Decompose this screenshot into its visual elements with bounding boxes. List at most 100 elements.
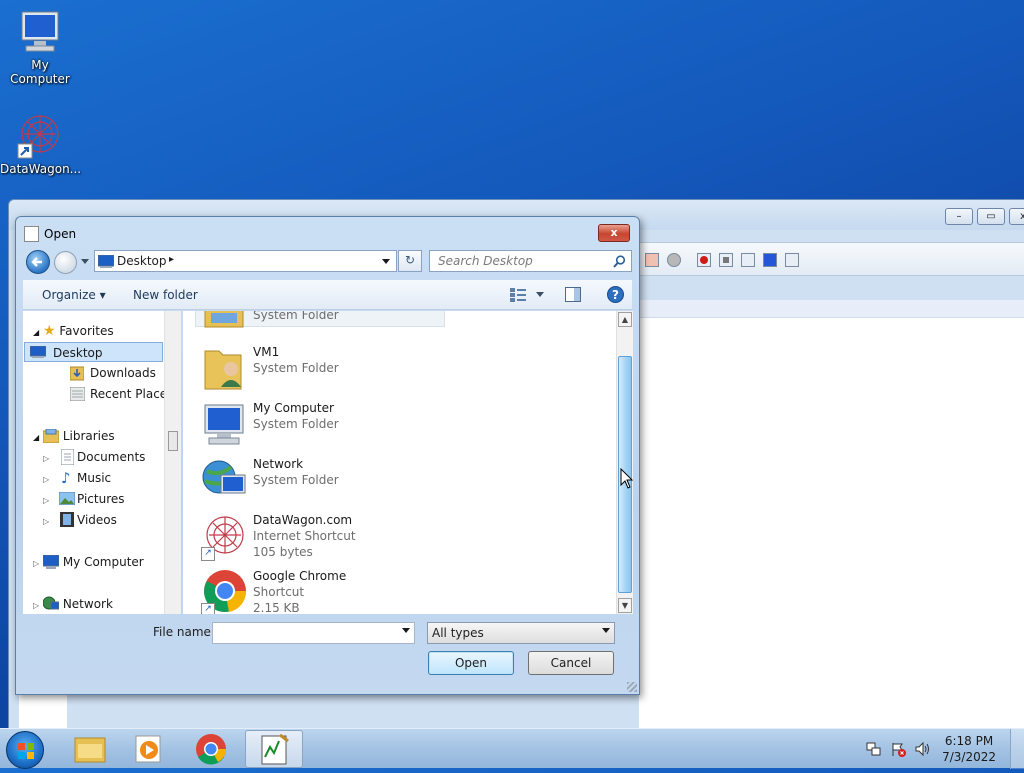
navigation-pane[interactable]: ◢ ★ Favorites Desktop Downloads Recent P…	[23, 311, 181, 614]
file-item-google-chrome[interactable]: ↗ Google Chrome Shortcut 2.15 KB	[183, 569, 483, 614]
file-name-combobox[interactable]	[212, 622, 415, 644]
nav-documents[interactable]: ▷ Documents	[43, 447, 173, 467]
folder-icon	[204, 311, 244, 328]
breadcrumb-desktop[interactable]: Desktop	[117, 254, 167, 268]
fast-forward-icon[interactable]	[763, 253, 777, 267]
taskbar-chrome[interactable]	[182, 730, 240, 768]
file-type-dropdown-arrow[interactable]	[602, 628, 610, 633]
file-item-vm1[interactable]: VM1 System Folder	[183, 345, 483, 399]
documents-icon	[61, 449, 74, 465]
file-item-my-computer[interactable]: My Computer System Folder	[183, 401, 483, 455]
file-name-dropdown-arrow[interactable]	[402, 628, 410, 633]
clock[interactable]: 6:18 PM 7/3/2022	[942, 733, 996, 765]
file-list[interactable]: System Folder VM1 System Folder My Compu…	[183, 311, 632, 614]
desktop-icon-my-computer[interactable]: My Computer	[0, 8, 80, 86]
folder-icon	[74, 737, 106, 763]
recent-pages-dropdown[interactable]	[81, 259, 89, 264]
search-icon[interactable]	[613, 255, 626, 268]
nav-favorites[interactable]: ◢ ★ Favorites	[33, 321, 163, 341]
search-box[interactable]	[429, 250, 632, 272]
open-dialog[interactable]: Open x Desktop ▸ ↻ Organize ▾ New folder	[15, 216, 640, 695]
refresh-button[interactable]: ↻	[398, 250, 422, 272]
address-bar[interactable]: Desktop ▸	[94, 250, 397, 272]
network-tray-icon[interactable]	[866, 741, 882, 757]
recent-places-icon	[70, 387, 85, 401]
file-item-datawagon[interactable]: ↗ DataWagon.com Internet Shortcut 105 by…	[183, 513, 483, 567]
back-button[interactable]	[26, 250, 50, 274]
help-icon[interactable]: ?	[607, 286, 624, 303]
expand-arrow-icon[interactable]: ▷	[33, 559, 39, 568]
mouse-cursor-icon	[620, 468, 634, 489]
navigation-pane-scrollbar[interactable]	[164, 311, 181, 614]
preview-pane-icon[interactable]	[565, 287, 581, 302]
start-button[interactable]	[6, 731, 44, 769]
dialog-close-button[interactable]: x	[598, 224, 630, 242]
music-icon: ♪	[61, 469, 71, 487]
nav-pictures[interactable]: ▷ Pictures	[43, 489, 173, 509]
nav-downloads[interactable]: Downloads	[52, 363, 172, 383]
pictures-icon	[59, 492, 75, 505]
forward-button[interactable]	[54, 251, 77, 274]
desktop-icon	[30, 346, 46, 358]
background-content	[639, 300, 1024, 728]
nav-my-computer[interactable]: ▷ My Computer	[33, 552, 168, 572]
play-step-icon[interactable]	[741, 253, 755, 267]
address-dropdown-arrow[interactable]	[382, 259, 390, 264]
expand-arrow-icon[interactable]: ▷	[43, 454, 49, 463]
stop-circle-icon[interactable]	[667, 253, 681, 267]
collapse-arrow-icon[interactable]: ◢	[33, 328, 39, 337]
nav-libraries[interactable]: ◢ Libraries	[33, 426, 163, 446]
nav-desktop[interactable]: Desktop	[24, 342, 163, 362]
navigation-scroll-thumb[interactable]	[168, 431, 178, 451]
background-toolbar	[639, 242, 1024, 276]
file-list-scrollbar[interactable]: ▲ ▼	[616, 311, 633, 614]
nav-network[interactable]: ▷ Network	[33, 594, 168, 614]
file-name-input[interactable]	[215, 624, 395, 642]
stop-icon[interactable]	[719, 253, 733, 267]
expand-arrow-icon[interactable]: ▷	[43, 517, 49, 526]
collapse-arrow-icon[interactable]: ◢	[33, 433, 39, 442]
computer-icon	[204, 404, 244, 445]
nav-music[interactable]: ▷ ♪ Music	[43, 468, 173, 488]
view-dropdown-arrow[interactable]	[536, 292, 544, 297]
file-item[interactable]: System Folder	[183, 311, 483, 329]
show-desktop-button[interactable]	[1010, 729, 1024, 769]
computer-icon	[42, 554, 60, 569]
view-options-icon[interactable]	[510, 288, 526, 302]
refresh-icon: ↻	[404, 253, 416, 267]
nav-videos[interactable]: ▷ Videos	[43, 510, 173, 530]
breadcrumb-separator[interactable]: ▸	[169, 254, 174, 265]
record-icon[interactable]	[697, 253, 711, 267]
organize-menu[interactable]: Organize ▾	[42, 288, 106, 302]
expand-arrow-icon[interactable]: ▷	[33, 601, 39, 610]
shortcut-arrow-icon: ↗	[201, 547, 215, 561]
notepad-chart-icon	[261, 733, 289, 765]
maximize-button[interactable]: ▭	[977, 208, 1005, 225]
desktop-icon	[98, 255, 114, 268]
action-center-flag-icon[interactable]	[890, 741, 906, 757]
minimize-button[interactable]: –	[945, 208, 973, 225]
resize-grip[interactable]	[627, 682, 637, 692]
file-item-network[interactable]: Network System Folder	[183, 457, 483, 511]
taskbar-explorer[interactable]	[60, 730, 118, 768]
open-button[interactable]: Open	[428, 651, 514, 675]
search-input[interactable]	[436, 252, 606, 270]
file-type-select[interactable]: All types	[427, 622, 615, 644]
desktop-icon-datawagon[interactable]: DataWagon...	[0, 112, 81, 176]
nav-recent-places[interactable]: Recent Places	[52, 384, 177, 404]
taskbar-active-app[interactable]	[245, 730, 303, 768]
window-icon[interactable]	[785, 253, 799, 267]
cancel-button[interactable]: Cancel	[528, 651, 614, 675]
videos-icon	[60, 512, 74, 527]
scroll-down-button[interactable]: ▼	[618, 598, 632, 613]
volume-icon[interactable]	[914, 741, 932, 757]
scroll-up-button[interactable]: ▲	[618, 312, 632, 327]
expand-arrow-icon[interactable]: ▷	[43, 475, 49, 484]
new-folder-button[interactable]: New folder	[133, 288, 198, 302]
desktop-icon-label: My Computer	[10, 58, 70, 86]
datawagon-shortcut-icon: ↗	[201, 513, 247, 561]
expand-arrow-icon[interactable]: ▷	[43, 496, 49, 505]
close-button[interactable]: x	[1009, 208, 1024, 225]
taskbar-media-player[interactable]	[120, 730, 178, 768]
folder-icon[interactable]	[645, 253, 659, 267]
